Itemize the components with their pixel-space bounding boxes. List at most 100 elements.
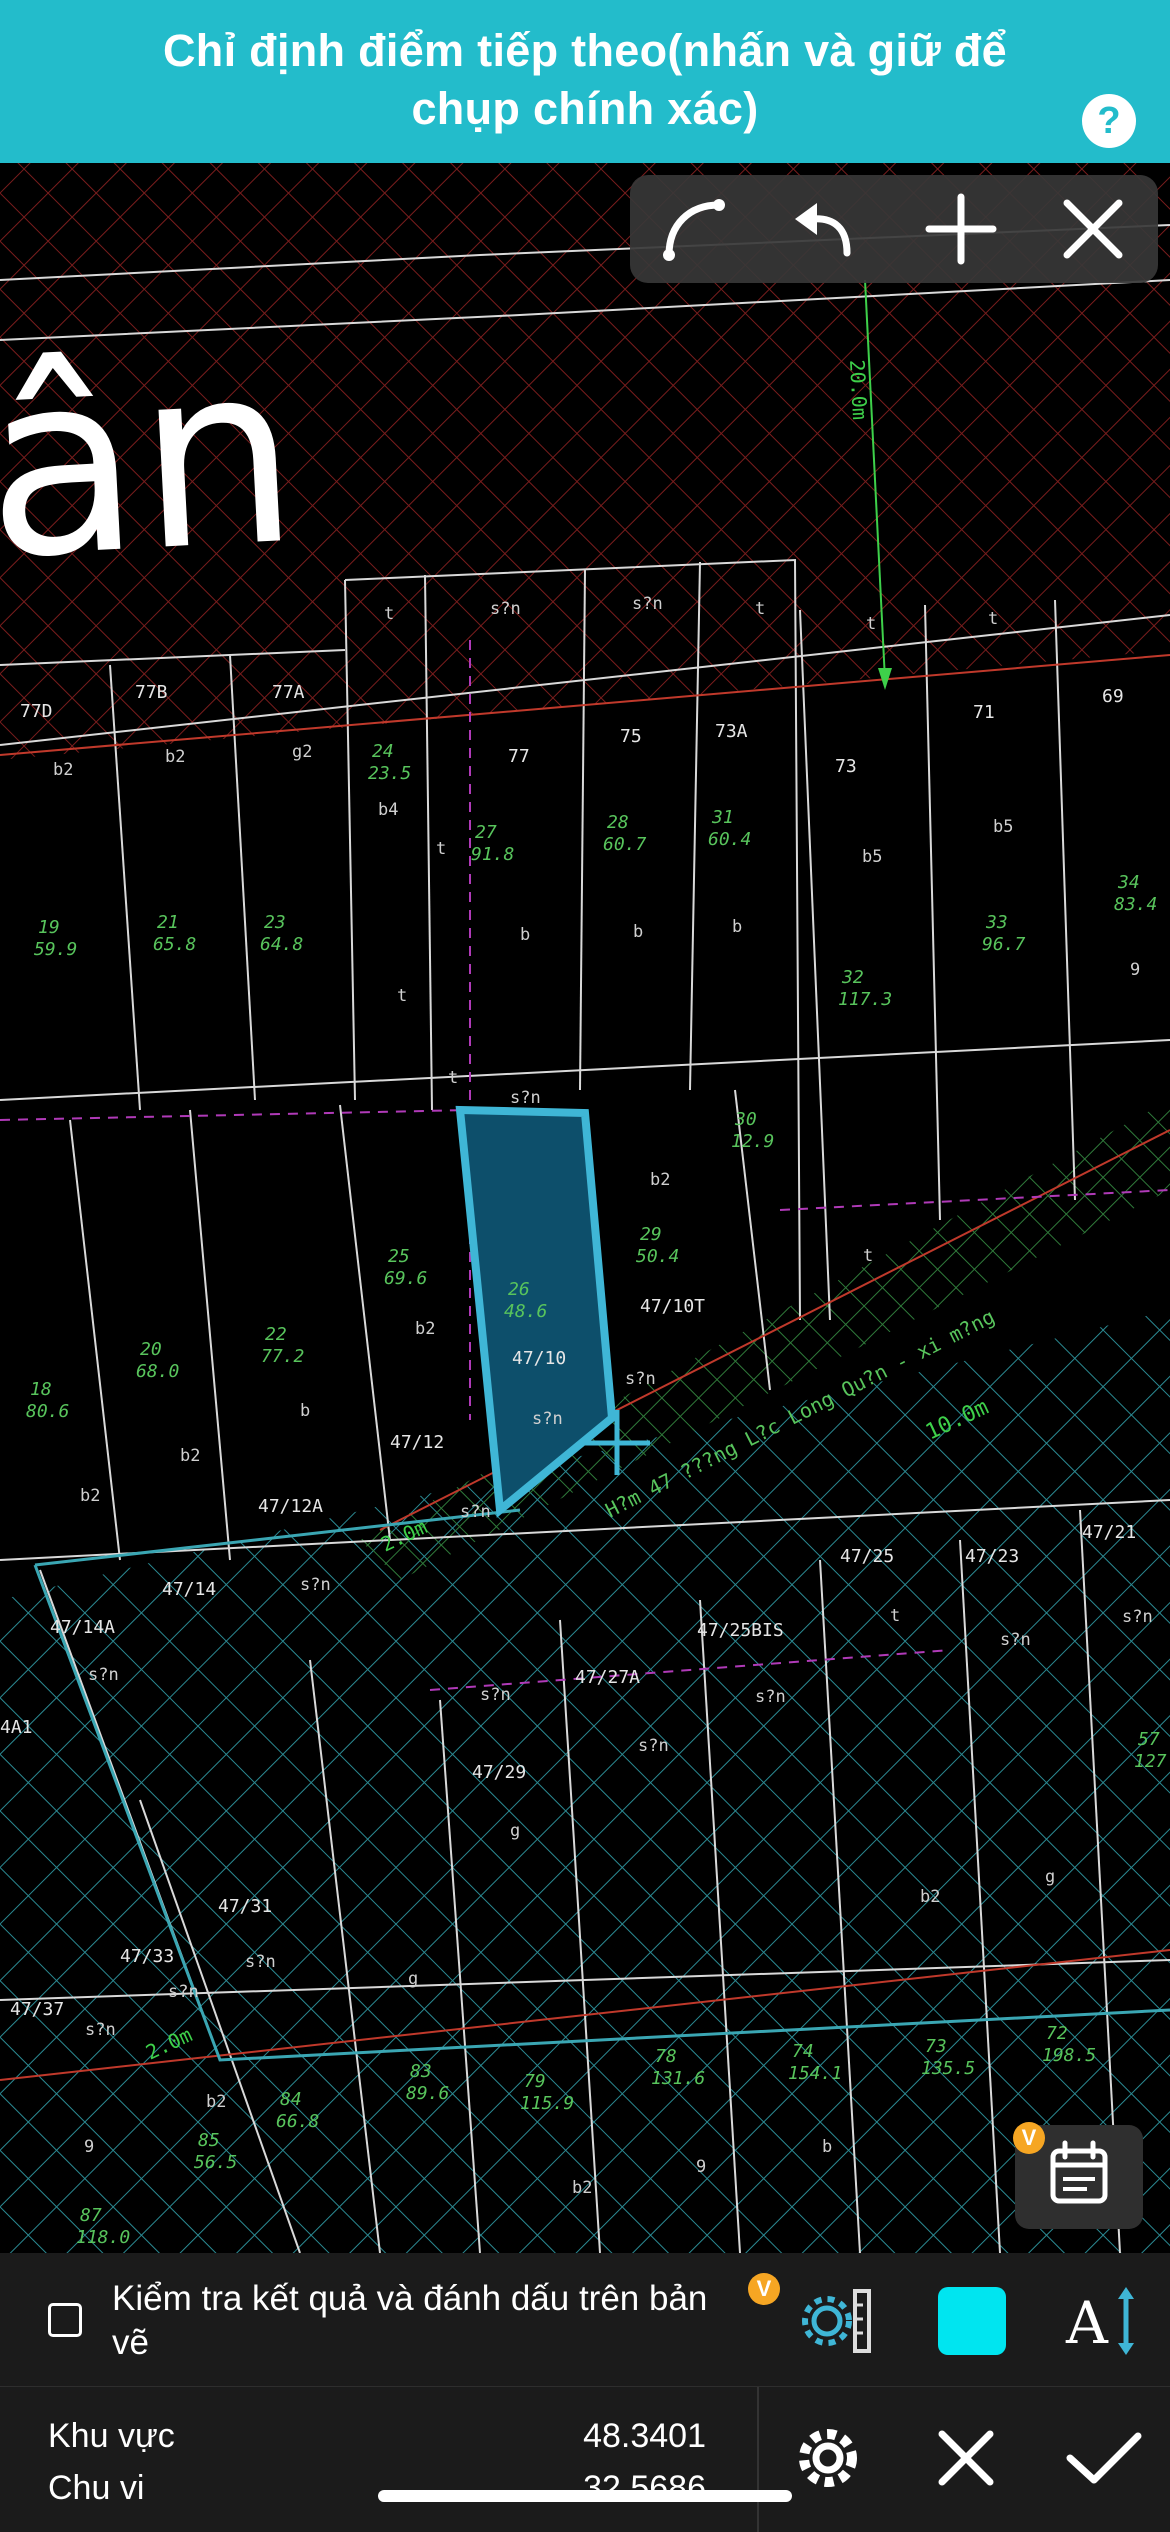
land-use-label: s?n <box>532 1409 563 1429</box>
land-use-label: t <box>863 1246 873 1266</box>
perimeter-label: Chu vi <box>48 2469 145 2507</box>
instruction-title: Chỉ định điểm tiếp theo(nhấn và giữ để c… <box>162 25 1007 134</box>
perimeter-value: 32.5686 <box>583 2469 706 2507</box>
check-result-label[interactable]: Kiểm tra kết quả và đánh dấu trên bản vẽ <box>112 2277 732 2365</box>
cancel-drawing-button[interactable] <box>1053 189 1133 269</box>
land-use-label: b4 <box>378 800 398 820</box>
land-use-label: s?n <box>510 1088 541 1108</box>
parcel-label: 47/10T <box>640 1296 705 1317</box>
svg-text:A: A <box>1065 2289 1109 2357</box>
parcel-label: 4A1 <box>0 1717 33 1738</box>
measure-settings-button[interactable] <box>795 2281 875 2361</box>
land-use-label: s?n <box>632 594 663 614</box>
parcel-label: 47/14A <box>50 1617 115 1638</box>
parcel-area-label: 33 96.7 <box>982 912 1026 955</box>
land-use-label: g <box>1045 1867 1055 1887</box>
land-use-label: s?n <box>245 1952 276 1972</box>
text-size-button[interactable]: A <box>1062 2281 1142 2361</box>
land-use-label: s?n <box>625 1369 656 1389</box>
parcel-area-label: 25 69.6 <box>384 1246 427 1289</box>
parcel-label: 47/12 <box>390 1432 444 1453</box>
land-use-label: t <box>755 599 765 619</box>
land-use-label: s?n <box>168 1982 199 2002</box>
land-use-label: g2 <box>292 742 312 762</box>
curve-arc-button[interactable] <box>655 189 735 269</box>
land-use-label: b <box>822 2137 832 2157</box>
dimension-label: 20.0m <box>845 359 872 420</box>
parcel-label: 73A <box>715 721 748 742</box>
home-indicator <box>378 2490 792 2502</box>
land-use-label: s?n <box>300 1575 331 1595</box>
premium-badge: V <box>748 2273 780 2305</box>
confirm-button[interactable] <box>1064 2418 1144 2498</box>
land-use-label: b2 <box>53 760 73 780</box>
parcel-label: 47/25 <box>840 1546 894 1567</box>
land-use-label: s?n <box>1000 1630 1031 1650</box>
drawing-toolbar <box>630 175 1158 283</box>
parcel-label: 47/31 <box>218 1896 272 1917</box>
map-drawing[interactable]: ân 77D 77B 77A 77 75 73A 73 71 69 47/10T… <box>0 163 1170 2253</box>
parcel-label: 47/33 <box>120 1946 174 1967</box>
undo-button[interactable] <box>787 189 867 269</box>
land-use-label: t <box>397 986 407 1006</box>
cadastral-map-canvas[interactable]: ân 77D 77B 77A 77 75 73A 73 71 69 47/10T… <box>0 163 1170 2253</box>
divider <box>757 2387 759 2532</box>
land-use-label: b2 <box>80 1486 100 1506</box>
parcel-area-label: 20 68.0 <box>136 1339 179 1382</box>
parcel-label: 75 <box>620 726 642 747</box>
instruction-header: Chỉ định điểm tiếp theo(nhấn và giữ để c… <box>0 0 1170 163</box>
parcel-label: 47/12A <box>258 1496 323 1517</box>
land-use-label: b2 <box>415 1319 435 1339</box>
parcel-label: 77 <box>508 746 530 767</box>
bottom-option-bar: Kiểm tra kết quả và đánh dấu trên bản vẽ… <box>0 2253 1170 2387</box>
curve-arc-icon <box>663 199 725 261</box>
land-use-label: 9 <box>1130 960 1140 980</box>
land-use-label: b2 <box>572 2178 592 2198</box>
parcel-area-label: 22 77.2 <box>261 1324 304 1367</box>
parcel-area-label: 18 80.6 <box>26 1379 69 1422</box>
land-use-label: s?n <box>460 1502 491 1522</box>
land-use-label: s?n <box>755 1687 786 1707</box>
plus-icon <box>925 193 997 265</box>
map-big-label: ân <box>0 308 304 615</box>
land-use-label: b2 <box>650 1170 670 1190</box>
add-point-button[interactable] <box>921 189 1001 269</box>
land-use-label: b5 <box>993 817 1013 837</box>
parcel-area-label: 32 117.3 <box>838 967 892 1010</box>
land-use-label: b2 <box>206 2092 226 2112</box>
color-swatch-button[interactable] <box>938 2287 1006 2355</box>
text-size-icon: A <box>1065 2287 1134 2357</box>
land-use-label: b <box>732 917 742 937</box>
help-button[interactable]: ? <box>1082 94 1136 148</box>
parcel-area-label: 30 12.9 <box>731 1109 774 1152</box>
land-use-label: s?n <box>85 2020 116 2040</box>
land-use-label: b5 <box>862 847 882 867</box>
parcel-area-label: 23 64.8 <box>260 912 303 955</box>
premium-badge: V <box>1013 2122 1045 2154</box>
gear-icon <box>799 2429 857 2487</box>
parcel-area-label: 28 60.7 <box>603 812 647 855</box>
land-use-label: s?n <box>638 1736 669 1756</box>
land-use-label: b <box>300 1401 310 1421</box>
land-use-label: g <box>510 1821 520 1841</box>
parcel-area-label: 24 23.5 <box>368 741 411 784</box>
land-use-label: t <box>988 609 998 629</box>
parcel-area-label: 31 60.4 <box>708 807 751 850</box>
parcel-label: 77A <box>272 682 305 703</box>
settings-button[interactable] <box>788 2418 868 2498</box>
parcel-area-label: 29 50.4 <box>636 1224 679 1267</box>
parcel-label: 47/21 <box>1082 1522 1136 1543</box>
parcel-label: 47/37 <box>10 1999 64 2020</box>
check-result-checkbox[interactable] <box>48 2303 82 2337</box>
area-label: Khu vực <box>48 2417 175 2455</box>
land-use-label: t <box>890 1606 900 1626</box>
discard-button[interactable] <box>926 2418 1006 2498</box>
land-use-label: t <box>448 1068 458 1088</box>
land-use-label: g <box>408 1969 418 1989</box>
parcel-label: 47/14 <box>162 1579 216 1600</box>
parcel-area-label: 19 59.9 <box>34 917 77 960</box>
land-use-label: b <box>520 925 530 945</box>
gear-ruler-icon <box>802 2289 871 2353</box>
land-use-label: 9 <box>84 2137 94 2157</box>
checkmark-icon <box>1066 2432 1142 2484</box>
